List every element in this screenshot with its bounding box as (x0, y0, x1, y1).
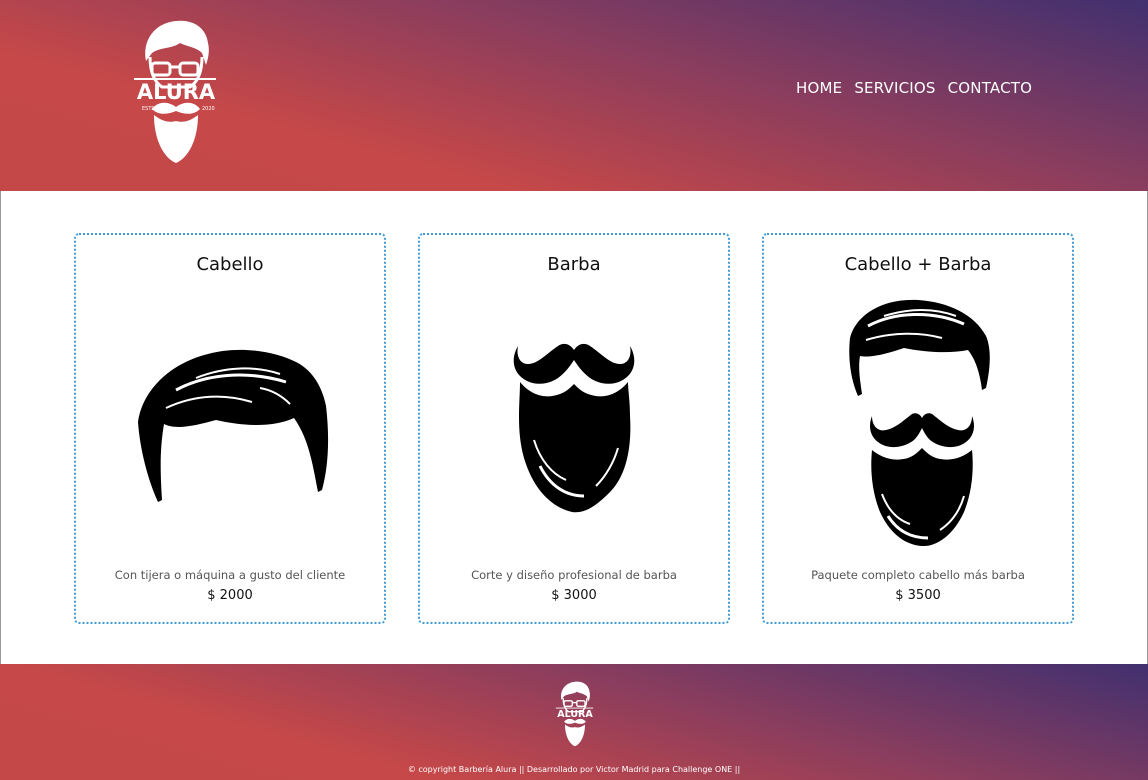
logo-brand-text: ALURA (137, 80, 216, 104)
services-section: Cabello Con tijera o máquina a gusto del… (0, 191, 1148, 664)
alura-logo[interactable]: ALURA ESTD 2020 (132, 17, 220, 167)
site-footer: ALURA © copyright Barbería Alura || Desa… (0, 664, 1148, 780)
service-card-barba: Barba Corte y diseño profesional de barb… (418, 233, 730, 624)
main-nav: HOME SERVICIOS CONTACTO (796, 78, 1032, 98)
card-title: Cabello + Barba (844, 254, 992, 275)
card-price: $ 3000 (551, 588, 597, 603)
card-description: Corte y diseño profesional de barba (471, 568, 677, 582)
site-header: ALURA ESTD 2020 HOME SERVICIOS CONTACTO (0, 0, 1148, 191)
service-card-cabello-barba: Cabello + Barba Paquete completo cabello… (762, 233, 1074, 624)
hair-icon (138, 349, 329, 502)
nav-contacto[interactable]: CONTACTO (948, 78, 1033, 98)
footer-copyright: © copyright Barbería Alura || Desarrolla… (407, 765, 741, 774)
card-title: Barba (547, 254, 601, 275)
card-description: Paquete completo cabello más barba (811, 568, 1025, 582)
hair-and-beard-icon (849, 299, 990, 546)
card-price: $ 3500 (895, 588, 941, 603)
barber-man-logo-icon: ALURA ESTD 2020 (134, 20, 216, 163)
card-title: Cabello (196, 254, 264, 275)
barber-man-logo-icon: ALURA (555, 681, 593, 747)
logo-estd-right: 2020 (202, 106, 215, 112)
service-card-cabello: Cabello Con tijera o máquina a gusto del… (74, 233, 386, 624)
beard-icon (513, 343, 635, 513)
footer-logo-brand-text: ALURA (557, 709, 593, 720)
card-price: $ 2000 (207, 588, 253, 603)
nav-home[interactable]: HOME (796, 78, 842, 98)
card-description: Con tijera o máquina a gusto del cliente (114, 568, 346, 582)
footer-logo[interactable]: ALURA (555, 678, 595, 750)
nav-servicios[interactable]: SERVICIOS (854, 78, 935, 98)
